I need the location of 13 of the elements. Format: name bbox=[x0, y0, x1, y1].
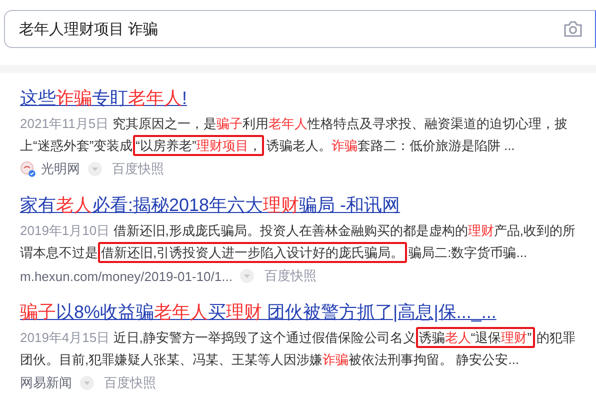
dropdown-icon[interactable] bbox=[240, 269, 254, 283]
source-logo-icon bbox=[20, 161, 36, 177]
result-snippet: 2019年4月15日 近日,静安警方一举捣毁了这个通过假借保险公司名义 诱骗老人“退保理财” 的犯罪团伙。目前,犯罪嫌疑人张某、冯某、王某等人因涉嫌诈骗被依法刑事拘留。 静安公安... bbox=[20, 327, 584, 371]
source-name: m.hexun.com/money/2019-01-10/1... bbox=[20, 268, 232, 284]
source-name: 网易新闻 bbox=[20, 374, 72, 392]
search-field[interactable]: 老年人理财项目 诈骗 bbox=[4, 10, 596, 48]
dropdown-icon[interactable] bbox=[80, 376, 94, 390]
search-text: 老年人理财项目 诈骗 bbox=[19, 20, 158, 38]
source-name: 光明网 bbox=[41, 160, 80, 178]
camera-icon[interactable] bbox=[563, 20, 583, 38]
dropdown-icon[interactable] bbox=[88, 162, 102, 176]
result-snippet: 2021年11月5日 究其原因之一，是骗子利用老年人性格特点及寻求投、融资渠道的迫切心理，披上“迷惑外套”变装成 “以房养老”理财项目， 诱骗老人。诈骗套路二：低价旅游是陷阱 ... bbox=[20, 113, 584, 157]
result-snippet: 2019年1月10日 借新还旧,形成庞氏骗局。投资人在善林金融购买的都是虚构的理财产品,收到的所谓本息不过是 借新还旧,引诱投资人进一步陷入设计好的庞氏骗局。 骗局二:数字货币骗... bbox=[20, 220, 584, 264]
